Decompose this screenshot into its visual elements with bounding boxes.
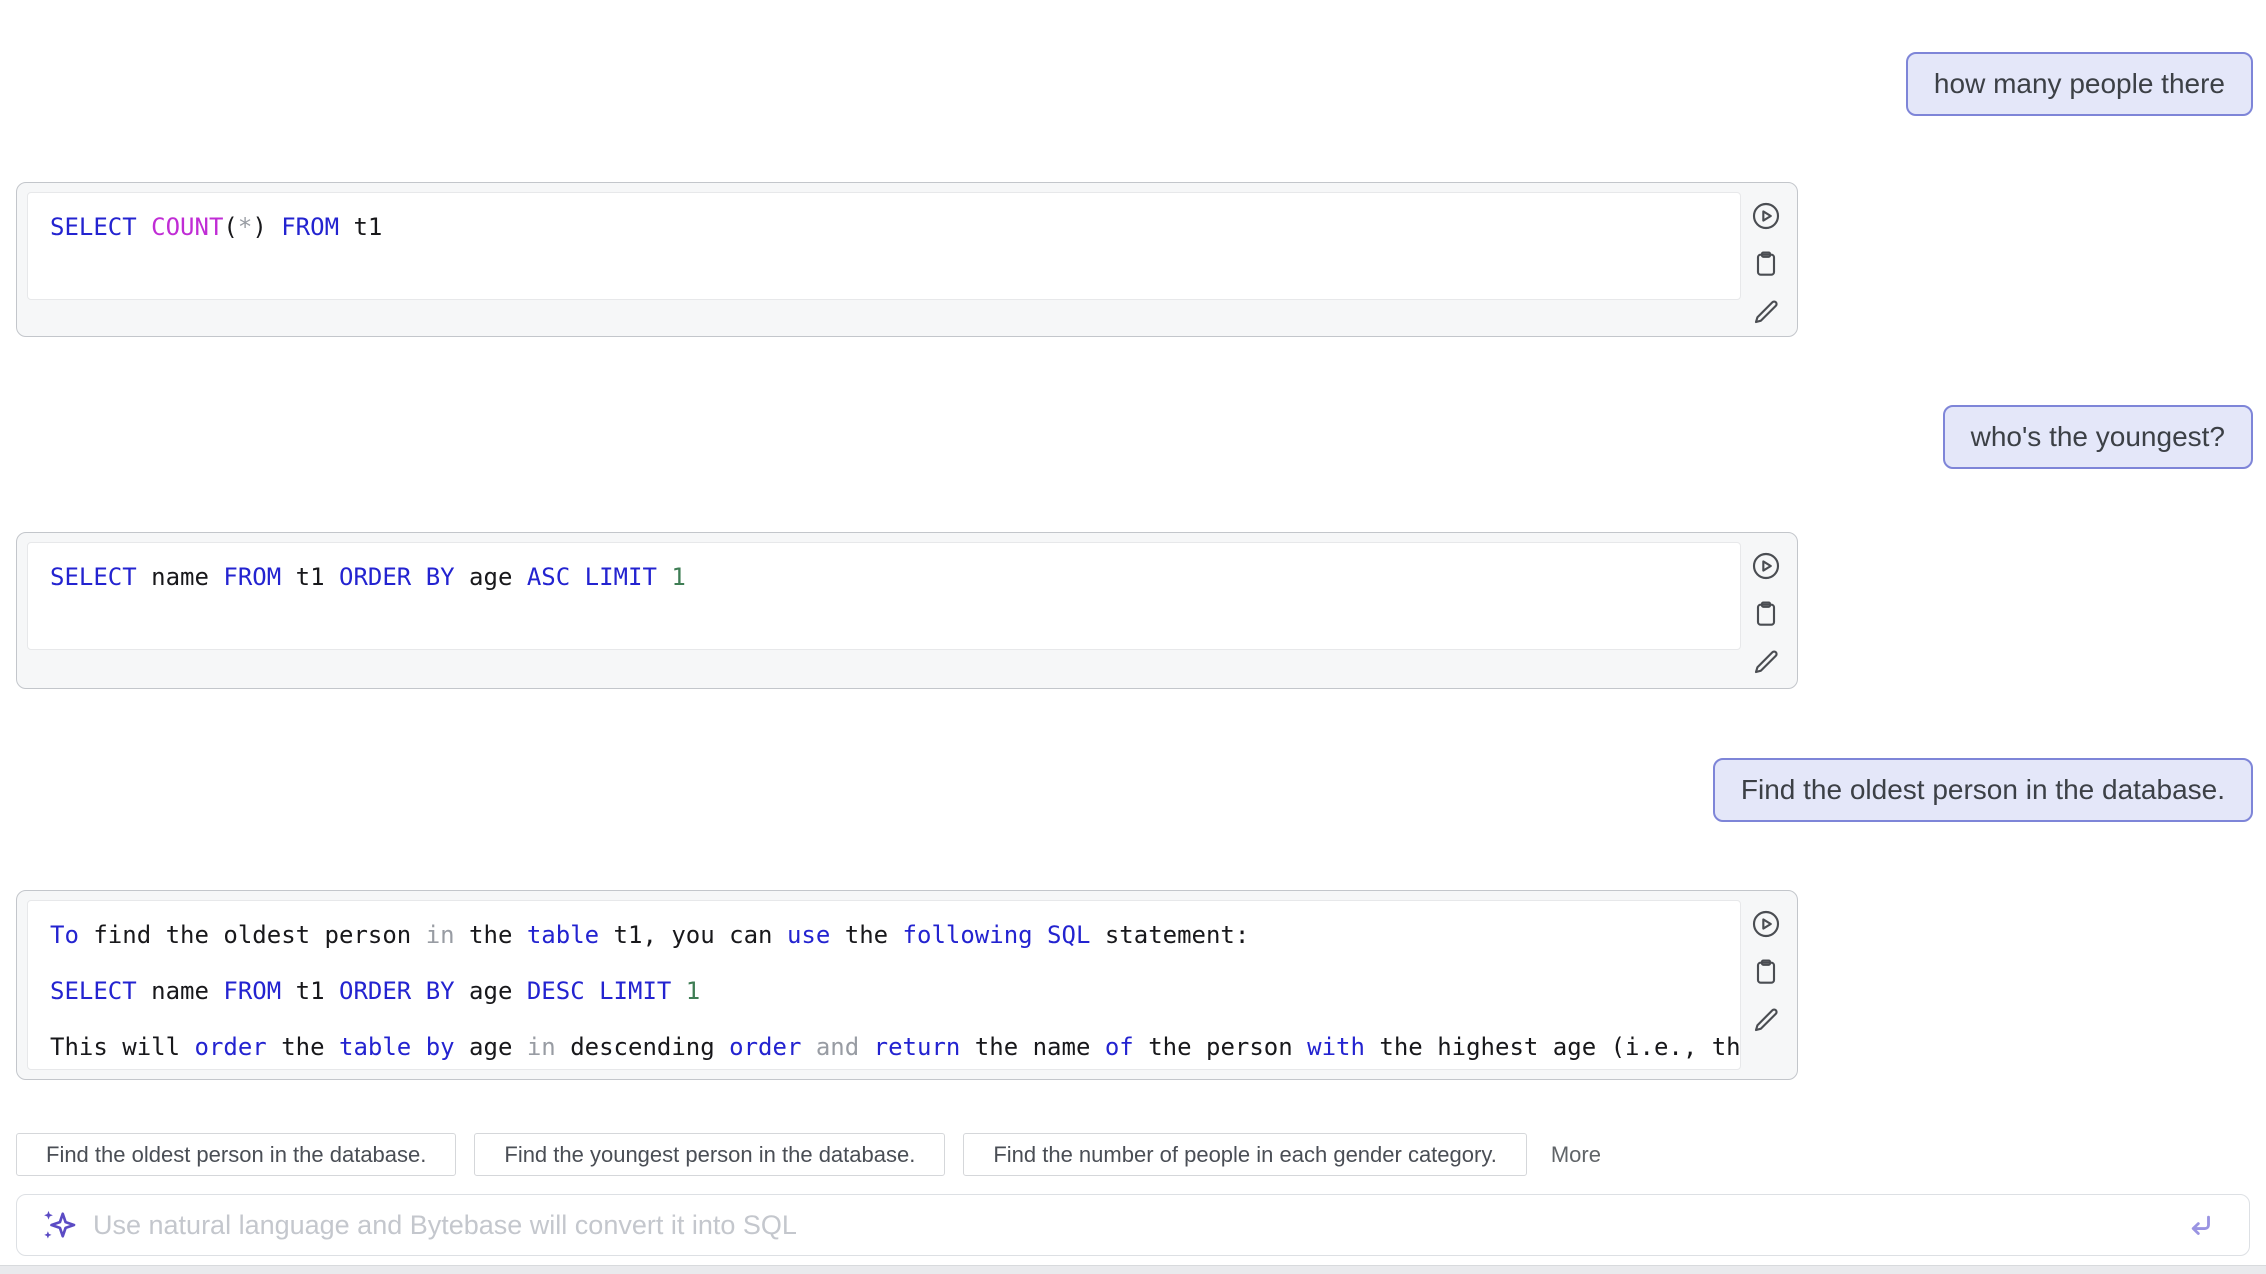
user-message: who's the youngest? [1943, 405, 2253, 469]
sql-code-box: SELECT COUNT(*) FROM t1 [27, 192, 1741, 300]
ai-sparkle-icon [41, 1207, 77, 1243]
input-placeholder: Use natural language and Bytebase will c… [93, 1210, 2167, 1241]
sql-code-line: SELECT COUNT(*) FROM t1 [50, 207, 1718, 247]
user-message: how many people there [1906, 52, 2253, 116]
natural-language-input[interactable]: Use natural language and Bytebase will c… [16, 1194, 2250, 1256]
run-query-icon[interactable] [1749, 199, 1783, 233]
chat-page: how many people there SELECT COUNT(*) FR… [0, 0, 2266, 1274]
block-actions [1749, 183, 1785, 336]
suggestion-button-gender-count[interactable]: Find the number of people in each gender… [963, 1133, 1526, 1176]
block-actions [1749, 533, 1785, 688]
sql-response-block: To find the oldest person in the table t… [16, 890, 1798, 1080]
copy-icon[interactable] [1749, 597, 1783, 631]
block-actions [1749, 891, 1785, 1079]
copy-icon[interactable] [1749, 955, 1783, 989]
enter-key-icon[interactable] [2183, 1208, 2217, 1242]
sql-code-line: SELECT name FROM t1 ORDER BY age DESC LI… [50, 971, 1718, 1011]
more-link[interactable]: More [1551, 1142, 1601, 1168]
response-text-line: This will order the table by age in desc… [50, 1027, 1718, 1067]
run-query-icon[interactable] [1749, 549, 1783, 583]
edit-pencil-icon[interactable] [1749, 295, 1783, 329]
response-text-line: To find the oldest person in the table t… [50, 915, 1718, 955]
edit-pencil-icon[interactable] [1749, 1003, 1783, 1037]
user-message: Find the oldest person in the database. [1713, 758, 2253, 822]
edit-pencil-icon[interactable] [1749, 645, 1783, 679]
copy-icon[interactable] [1749, 247, 1783, 281]
suggestion-button-oldest[interactable]: Find the oldest person in the database. [16, 1133, 456, 1176]
run-query-icon[interactable] [1749, 907, 1783, 941]
sql-response-block: SELECT COUNT(*) FROM t1 [16, 182, 1798, 337]
suggestion-row: Find the oldest person in the database. … [16, 1133, 2250, 1176]
sql-code-box: To find the oldest person in the table t… [27, 900, 1741, 1070]
suggestion-button-youngest[interactable]: Find the youngest person in the database… [474, 1133, 945, 1176]
sql-code-line: SELECT name FROM t1 ORDER BY age ASC LIM… [50, 557, 1718, 597]
sql-code-box: SELECT name FROM t1 ORDER BY age ASC LIM… [27, 542, 1741, 650]
sql-response-block: SELECT name FROM t1 ORDER BY age ASC LIM… [16, 532, 1798, 689]
bottom-divider [0, 1265, 2266, 1274]
